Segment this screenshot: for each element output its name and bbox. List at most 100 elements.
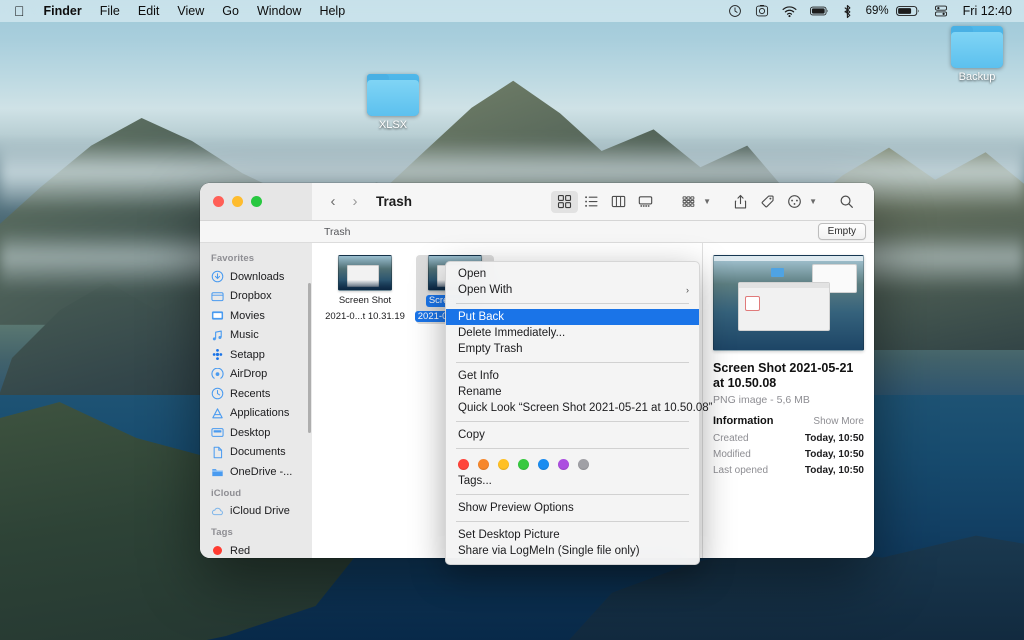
dropbox-icon (211, 290, 224, 303)
forward-button[interactable]: › (344, 193, 366, 210)
sidebar-item-movies[interactable]: Movies (200, 306, 312, 326)
sidebar-item-icloud-drive[interactable]: iCloud Drive (200, 502, 312, 522)
chevron-down-icon[interactable]: ▼ (809, 197, 817, 206)
action-menu-icon[interactable] (781, 191, 808, 213)
sidebar-item-documents[interactable]: Documents (200, 443, 312, 463)
context-menu-item-show-preview-options[interactable]: Show Preview Options (446, 500, 699, 516)
maximize-button[interactable] (251, 196, 262, 207)
sidebar-scrollbar[interactable] (307, 283, 311, 433)
tag-color-red[interactable] (458, 459, 469, 470)
view-switcher (551, 190, 659, 213)
sidebar-item-dropbox[interactable]: Dropbox (200, 287, 312, 307)
context-menu-item-get-info[interactable]: Get Info (446, 368, 699, 384)
list-view-icon[interactable] (578, 191, 605, 213)
clock-icon[interactable] (728, 4, 742, 18)
preview-info-heading: Information (713, 415, 774, 427)
context-menu-separator (456, 448, 689, 449)
sidebar-item-label: Applications (230, 407, 290, 420)
tag-icon[interactable] (754, 191, 781, 213)
preview-file-subtitle: PNG image - 5,6 MB (713, 394, 810, 406)
menu-item-view[interactable]: View (168, 4, 213, 18)
context-menu-item-label: Share via LogMeIn (Single file only) (458, 545, 640, 557)
icon-view-icon[interactable] (551, 190, 579, 213)
context-menu-item-label: Get Info (458, 370, 499, 382)
sidebar-item-desktop[interactable]: Desktop (200, 423, 312, 443)
tag-color-gray[interactable] (578, 459, 589, 470)
file-name-line2: 2021-0...t 10.31.19 (325, 310, 405, 322)
onedrive-icon (211, 465, 224, 478)
finder-toolbar: ‹ › Trash ▼ ▼ (312, 183, 874, 220)
context-menu-item-put-back[interactable]: Put Back (446, 309, 699, 325)
control-center-icon[interactable] (934, 4, 948, 18)
tag-color-purple[interactable] (558, 459, 569, 470)
tag-color-green[interactable] (518, 459, 529, 470)
desktop-icon-label: XLSX (378, 119, 408, 131)
sidebar-item-tag-red[interactable]: Red (200, 541, 312, 558)
context-menu-item-label: Empty Trash (458, 343, 523, 355)
chevron-down-icon[interactable]: ▼ (703, 197, 711, 206)
sidebar-item-applications[interactable]: Applications (200, 404, 312, 424)
sidebar-item-label: AirDrop (230, 368, 268, 381)
context-menu-item-tags[interactable]: Tags... (446, 473, 699, 489)
empty-trash-button[interactable]: Empty (817, 223, 866, 240)
preview-info-header-row: Information Show More (713, 415, 864, 427)
context-menu-item-empty-trash[interactable]: Empty Trash (446, 341, 699, 357)
back-button[interactable]: ‹ (322, 193, 344, 210)
share-icon[interactable] (727, 191, 754, 213)
context-menu-item-open-with[interactable]: Open With › (446, 282, 699, 298)
bluetooth-icon[interactable] (842, 4, 853, 19)
apple-logo-icon[interactable]:  (8, 4, 35, 18)
sidebar-item-music[interactable]: Music (200, 326, 312, 346)
sidebar-item-label: iCloud Drive (230, 505, 290, 518)
preview-info-row: Created Today, 10:50 (713, 433, 864, 444)
sidebar-item-recents[interactable]: Recents (200, 384, 312, 404)
tag-color-yellow[interactable] (498, 459, 509, 470)
minimize-button[interactable] (232, 196, 243, 207)
preview-info-value: Today, 10:50 (804, 465, 864, 476)
sidebar-item-label: Documents (230, 446, 286, 459)
gallery-view-icon[interactable] (632, 191, 659, 213)
context-menu-item-delete-immediately[interactable]: Delete Immediately... (446, 325, 699, 341)
context-menu-item-quick-look[interactable]: Quick Look “Screen Shot 2021-05-21 at 10… (446, 400, 712, 416)
screenshot-icon[interactable] (755, 4, 769, 18)
context-menu-item-copy[interactable]: Copy (446, 427, 699, 443)
battery-percent-label: 69% (865, 5, 889, 17)
show-more-button[interactable]: Show More (813, 416, 864, 427)
music-icon (211, 329, 224, 342)
close-button[interactable] (213, 196, 224, 207)
context-menu-item-rename[interactable]: Rename (446, 384, 699, 400)
sidebar-item-label: Movies (230, 309, 265, 322)
sidebar-item-airdrop[interactable]: AirDrop (200, 365, 312, 385)
context-menu-item-set-desktop-picture[interactable]: Set Desktop Picture (446, 527, 699, 543)
context-menu-separator (456, 421, 689, 422)
column-view-icon[interactable] (605, 191, 632, 213)
sidebar-item-setapp[interactable]: Setapp (200, 345, 312, 365)
movies-icon (211, 309, 224, 322)
desktop-icon-backup[interactable]: Backup (934, 26, 1020, 84)
file-item[interactable]: Screen Shot 2021-0...t 10.31.19 (325, 255, 405, 324)
folder-icon (367, 74, 419, 116)
menu-item-help[interactable]: Help (310, 4, 354, 18)
menu-item-file[interactable]: File (91, 4, 129, 18)
sidebar-item-label: Red (230, 544, 251, 557)
wifi-icon[interactable] (782, 5, 797, 18)
desktop-icon-xlsx[interactable]: XLSX (350, 74, 436, 132)
group-by-icon[interactable] (675, 191, 702, 213)
menu-item-edit[interactable]: Edit (129, 4, 169, 18)
documents-icon (211, 446, 224, 459)
context-menu-item-open[interactable]: Open (446, 266, 699, 282)
battery-icon-left[interactable] (809, 5, 829, 17)
sidebar-item-onedrive[interactable]: OneDrive -... (200, 462, 312, 482)
menu-item-finder[interactable]: Finder (35, 4, 91, 18)
battery-icon[interactable] (895, 5, 921, 17)
menubar-datetime[interactable]: Fri 12:40 (961, 4, 1012, 18)
tag-color-blue[interactable] (538, 459, 549, 470)
menu-item-window[interactable]: Window (248, 4, 310, 18)
sidebar-item-downloads[interactable]: Downloads (200, 267, 312, 287)
search-icon[interactable] (833, 191, 860, 213)
context-menu-item-share-via[interactable]: Share via LogMeIn (Single file only) (446, 543, 699, 559)
tag-color-orange[interactable] (478, 459, 489, 470)
setapp-icon (211, 348, 224, 361)
desktop-icon-label: Backup (958, 71, 996, 83)
menu-item-go[interactable]: Go (213, 4, 248, 18)
